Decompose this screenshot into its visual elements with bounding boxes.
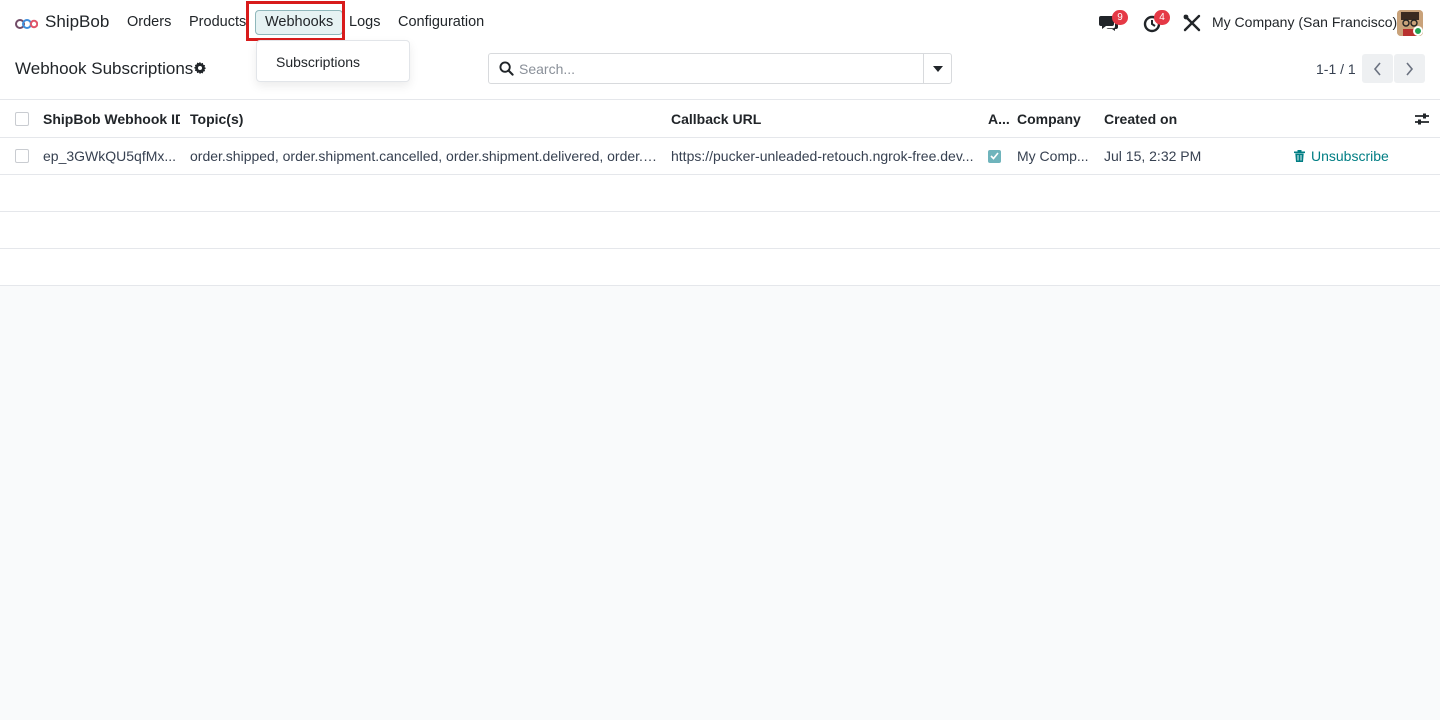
unsubscribe-button[interactable]: Unsubscribe [1294,138,1414,174]
app-name[interactable]: ShipBob [45,12,109,32]
column-header-created[interactable]: Created on [1104,100,1224,137]
company-text: My Comp... [1017,147,1089,164]
activities-badge: 4 [1154,10,1170,25]
search-input[interactable] [519,55,919,82]
active-checkbox [988,149,1001,163]
topics-text: order.shipped, order.shipment.cancelled,… [190,147,660,164]
menu-products[interactable]: Products [189,14,246,30]
control-panel: Webhook Subscriptions 1-1 / 1 [0,46,1440,100]
row-select-cell [15,138,35,174]
table-row[interactable]: ep_3GWkQU5qfMx... order.shipped, order.s… [0,138,1440,175]
pager-previous-button[interactable] [1362,54,1393,83]
cell-callback-url: https://pucker-unleaded-retouch.ngrok-fr… [671,138,979,174]
check-icon [990,152,999,160]
empty-row [0,249,1440,286]
cell-topics: order.shipped, order.shipment.cancelled,… [190,138,660,174]
column-header-topics[interactable]: Topic(s) [190,100,660,137]
optional-columns-toggle[interactable] [1414,100,1432,137]
column-header-id[interactable]: ShipBob Webhook ID [43,100,180,137]
chevron-right-icon [1406,61,1414,76]
column-header-active[interactable]: A... [988,100,1010,137]
cell-active [988,138,1010,174]
top-navbar: ShipBob Orders Products Webhooks Logs Co… [0,0,1440,46]
company-switcher[interactable]: My Company (San Francisco) [1212,14,1397,30]
menu-configuration[interactable]: Configuration [398,14,484,30]
messages-badge: 9 [1112,10,1128,25]
menu-subscriptions[interactable]: Subscriptions [276,54,360,70]
page-title: Webhook Subscriptions [15,59,194,78]
subscriptions-list: ShipBob Webhook ID Topic(s) Callback URL… [0,100,1440,286]
callback-url-text: https://pucker-unleaded-retouch.ngrok-fr… [671,147,974,164]
search-options-toggle[interactable] [923,54,951,83]
search-bar [488,53,952,84]
gear-icon[interactable] [193,61,207,75]
pager-value[interactable]: 1-1 / 1 [1316,61,1356,77]
search-icon [499,61,514,76]
created-on-text: Jul 15, 2:32 PM [1104,147,1202,164]
empty-row [0,175,1440,212]
empty-row [0,212,1440,249]
menu-orders[interactable]: Orders [127,14,171,30]
webhooks-dropdown: Subscriptions [256,40,410,82]
menu-logs[interactable]: Logs [349,14,380,30]
caret-down-icon [932,65,943,72]
table-header: ShipBob Webhook ID Topic(s) Callback URL… [0,100,1440,138]
chevron-left-icon [1373,61,1381,76]
unsubscribe-label: Unsubscribe [1311,148,1389,164]
cell-created-on: Jul 15, 2:32 PM [1104,138,1224,174]
online-status-dot [1413,26,1423,36]
cell-company: My Comp... [1017,138,1091,174]
select-all-checkbox[interactable] [15,111,29,126]
shipbob-logo-icon[interactable] [14,13,38,33]
pager-next-button[interactable] [1394,54,1425,83]
sliders-icon [1415,113,1429,124]
select-all-cell [15,100,35,137]
debug-tools-icon[interactable] [1181,12,1203,34]
webhook-id-text: ep_3GWkQU5qfMx... [43,147,177,164]
menu-webhooks[interactable]: Webhooks [255,10,344,35]
column-header-url[interactable]: Callback URL [671,100,979,137]
cell-webhook-id: ep_3GWkQU5qfMx... [43,138,180,174]
column-header-company[interactable]: Company [1017,100,1091,137]
trash-icon [1294,150,1305,162]
row-checkbox[interactable] [15,149,29,163]
